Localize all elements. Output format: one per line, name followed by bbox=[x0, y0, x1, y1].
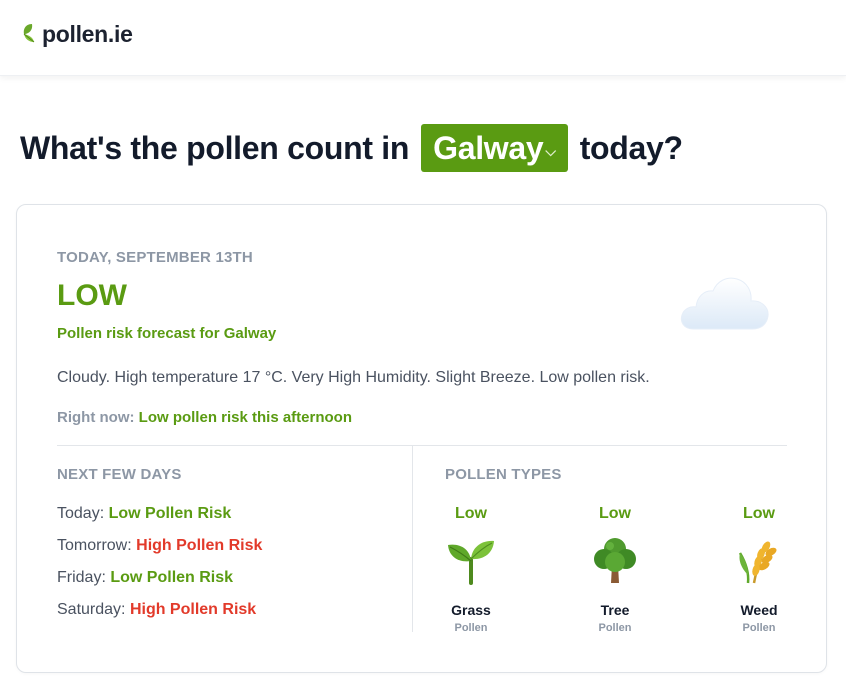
pollen-type-sub: Pollen bbox=[454, 622, 488, 634]
day-risk: Low Pollen Risk bbox=[110, 569, 234, 586]
day-row: Saturday: High Pollen Risk bbox=[57, 601, 262, 633]
pollen-level: LOW bbox=[57, 279, 127, 312]
tree-icon bbox=[594, 538, 636, 583]
pollen-type-level: Low bbox=[599, 505, 631, 522]
day-label: Friday: bbox=[57, 569, 106, 586]
right-now-label: Right now: bbox=[57, 409, 135, 426]
wheat-icon bbox=[738, 541, 777, 584]
day-risk: Low Pollen Risk bbox=[108, 505, 232, 522]
pollen-type-name: Grass bbox=[451, 602, 491, 618]
right-now-status: Right now: Low pollen risk this afternoo… bbox=[57, 409, 352, 426]
day-label: Saturday: bbox=[57, 601, 126, 618]
forecast-location: Pollen risk forecast for Galway bbox=[57, 325, 277, 342]
forecast-card: TODAY, SEPTEMBER 13TH LOW Pollen risk fo… bbox=[16, 204, 827, 673]
title-suffix: today? bbox=[579, 129, 683, 166]
top-navbar: pollen.ie bbox=[0, 0, 846, 76]
pollen-type-name: Weed bbox=[740, 602, 778, 618]
pollen-type-sub: Pollen bbox=[598, 622, 632, 634]
pollen-types-title: POLLEN TYPES bbox=[445, 466, 562, 483]
pollen-type-name: Tree bbox=[600, 602, 630, 618]
day-row: Tomorrow: High Pollen Risk bbox=[57, 537, 262, 569]
forecast-date: TODAY, SEPTEMBER 13TH bbox=[57, 249, 253, 266]
forecast-description: Cloudy. High temperature 17 °C. Very Hig… bbox=[57, 369, 650, 386]
pollen-type-level: Low bbox=[455, 505, 487, 522]
next-days-title: NEXT FEW DAYS bbox=[57, 466, 182, 483]
divider bbox=[57, 445, 787, 446]
logo-text: pollen.ie bbox=[42, 20, 133, 47]
day-label: Tomorrow: bbox=[57, 537, 132, 554]
day-row: Friday: Low Pollen Risk bbox=[57, 569, 262, 601]
pollen-type-grass: Low Grass Pollen bbox=[426, 505, 516, 634]
site-logo[interactable]: pollen.ie bbox=[20, 20, 133, 48]
right-now-value: Low pollen risk this afternoon bbox=[138, 409, 353, 426]
city-select-value: Galway bbox=[433, 129, 544, 166]
title-prefix: What's the pollen count in bbox=[20, 129, 410, 166]
page-title: What's the pollen count in Galway ⌵ toda… bbox=[20, 124, 683, 172]
day-risk: High Pollen Risk bbox=[129, 601, 257, 618]
pollen-type-level: Low bbox=[743, 505, 775, 522]
pollen-type-sub: Pollen bbox=[742, 622, 776, 634]
seedling-icon bbox=[448, 540, 494, 585]
city-select[interactable]: Galway ⌵ bbox=[421, 124, 568, 172]
pollen-type-tree: Low Tree Pollen bbox=[570, 505, 660, 634]
day-risk: High Pollen Risk bbox=[136, 537, 263, 554]
pollen-type-weed: Low Weed Pollen bbox=[714, 505, 804, 634]
day-label: Today: bbox=[57, 505, 105, 522]
cloud-icon bbox=[680, 277, 769, 330]
next-days-list: Today: Low Pollen Risk Tomorrow: High Po… bbox=[57, 505, 262, 633]
day-row: Today: Low Pollen Risk bbox=[57, 505, 262, 537]
column-divider bbox=[412, 446, 413, 632]
chevron-down-icon: ⌵ bbox=[545, 142, 556, 159]
leaf-logo-icon bbox=[23, 24, 35, 43]
